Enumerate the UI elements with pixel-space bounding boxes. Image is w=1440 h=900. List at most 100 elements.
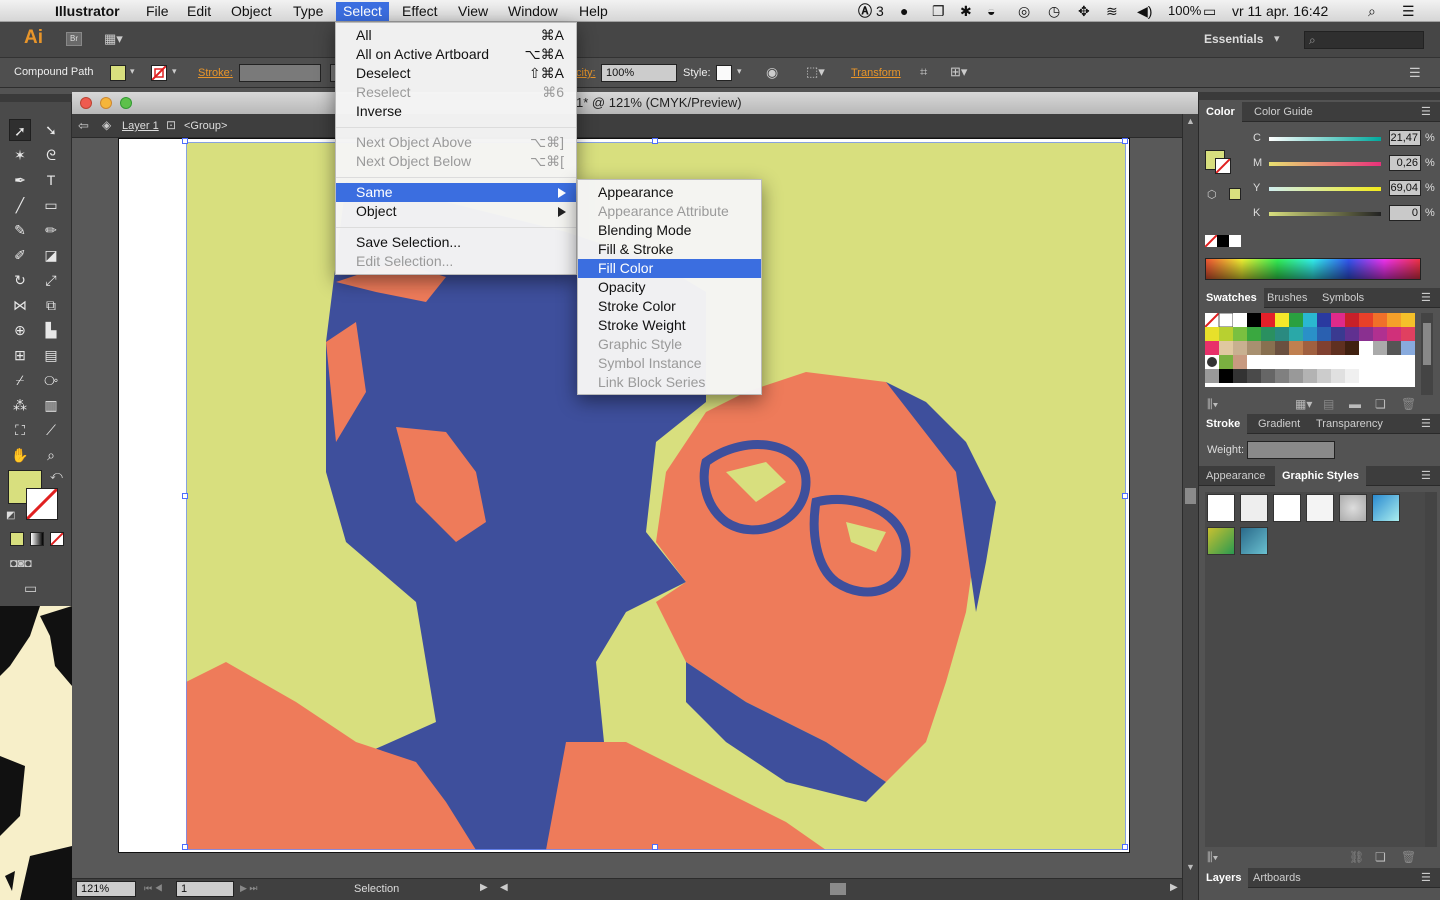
pen-tool-icon[interactable]: ✒ [9,169,31,191]
app-menu[interactable]: Illustrator [48,2,127,21]
battery-icon[interactable]: ▭ [1203,2,1216,20]
screen-mode-icon[interactable]: ▭ [24,580,37,597]
layers-panel-menu-icon[interactable]: ☰ [1421,871,1431,884]
swatch-libraries-icon[interactable]: ⫼▾ [1207,397,1218,412]
scale-tool-icon[interactable]: ⤢ [40,269,62,291]
selection-handle[interactable] [182,493,188,499]
selection-tool-icon[interactable]: ➚ [9,119,31,141]
zoom-tool-icon[interactable]: ⌕ [40,444,62,466]
stroke-swatch[interactable] [151,65,167,81]
eyedropper-tool-icon[interactable]: ⌿ [9,369,31,391]
group-crumb[interactable]: <Group> [184,120,227,132]
stroke-weight-input[interactable] [1247,441,1335,459]
direct-selection-tool-icon[interactable]: ➘ [40,119,62,141]
menu-item-deselect[interactable]: Deselect ⇧⌘A [336,64,576,83]
spotlight-search-icon[interactable]: ⌕ [1368,2,1376,20]
styles-panel-menu-icon[interactable]: ☰ [1421,469,1431,482]
fill-dropdown-icon[interactable]: ▾ [130,66,135,77]
tools-panel-grip[interactable] [0,94,72,102]
scroll-left-arrow-icon[interactable]: ◀ [500,882,508,893]
menu-item-same[interactable]: Same [336,183,576,202]
pencil-tool-icon[interactable]: ✏ [40,219,62,241]
menu-window[interactable]: Window [501,2,565,21]
artboard-tool-icon[interactable]: ⛶ [9,419,31,441]
time-machine-icon[interactable]: ◷ [1048,2,1060,20]
line-tool-icon[interactable]: ╱ [9,194,31,216]
delete-graphic-style-icon[interactable]: 🗑 [1401,850,1416,864]
color-mode-button[interactable] [10,532,24,546]
fill-swatch[interactable] [110,65,126,81]
color-stroke-box[interactable] [1215,158,1231,174]
horizontal-scroll-thumb[interactable] [830,883,846,895]
tab-color-guide[interactable]: Color Guide [1247,102,1320,122]
swap-colors-icon[interactable]: ⤺ [50,468,63,483]
menu-help[interactable]: Help [572,2,615,21]
delete-swatch-icon[interactable]: 🗑 [1401,397,1416,411]
eraser-tool-icon[interactable]: ◪ [40,244,62,266]
swatches-scroll-thumb[interactable] [1423,323,1431,365]
menu-item-all-on-active-artboard[interactable]: All on Active Artboard ⌥⌘A [336,45,576,64]
selection-handle[interactable] [1122,493,1128,499]
opacity-field[interactable]: 100% [601,64,677,82]
gamut-swatch[interactable] [1229,188,1241,200]
gradient-tool-icon[interactable]: ▤ [40,344,62,366]
artboard-first-icon[interactable]: ⏮ ◀ [144,883,163,894]
graphic-style-libraries-icon[interactable]: ⫼▾ [1207,850,1218,865]
minimize-window-button[interactable] [100,97,112,109]
menu-effect[interactable]: Effect [395,2,445,21]
selection-handle[interactable] [652,138,658,144]
selection-handle[interactable] [182,844,188,850]
workspace-switcher[interactable]: Essentials [1204,32,1263,46]
align-options-icon[interactable]: ⬚▾ [806,64,825,80]
status-mode[interactable]: Selection [354,883,399,895]
more-options-icon[interactable]: ⊞▾ [950,64,967,80]
none-mode-button[interactable] [50,532,64,546]
window-icon[interactable]: ❐ [932,2,945,20]
submenu-item-blending-mode[interactable]: Blending Mode [578,221,761,240]
mesh-tool-icon[interactable]: ⊞ [9,344,31,366]
graphic-style-8[interactable] [1240,527,1268,555]
gradient-mode-button[interactable] [30,532,44,546]
graph-tool-icon[interactable]: ▥ [40,394,62,416]
swatch-options-icon[interactable]: ▤ [1323,397,1334,411]
tab-appearance[interactable]: Appearance [1199,466,1272,486]
bridge-button[interactable]: Br [66,32,82,46]
new-graphic-style-icon[interactable]: ❏ [1375,850,1386,864]
scroll-down-arrow-icon[interactable]: ▼ [1186,862,1195,872]
graphic-style-3[interactable] [1273,494,1301,522]
tab-artboards[interactable]: Artboards [1246,868,1308,888]
bluetooth-fan-icon[interactable]: ✱ [960,2,972,20]
menu-item-save-selection[interactable]: Save Selection... [336,233,576,252]
break-link-icon[interactable]: ⛓ [1349,850,1364,864]
new-swatch-icon[interactable]: ❏ [1375,397,1386,411]
swatches-panel-menu-icon[interactable]: ☰ [1421,291,1431,304]
channel-y-input[interactable]: 69,04 [1389,180,1421,196]
swatches-scrollbar[interactable] [1421,313,1433,395]
drive-icon[interactable]: ◒ [987,2,995,20]
tab-color[interactable]: Color [1199,102,1242,122]
magic-wand-tool-icon[interactable]: ✶ [9,144,31,166]
rectangle-tool-icon[interactable]: ▭ [40,194,62,216]
selection-handle[interactable] [182,138,188,144]
perspective-grid-tool-icon[interactable]: ▙ [40,319,62,341]
new-color-group-icon[interactable]: ▬ [1349,397,1361,411]
tab-symbols[interactable]: Symbols [1315,288,1371,308]
paintbrush-tool-icon[interactable]: ✎ [9,219,31,241]
width-tool-icon[interactable]: ⋈ [9,294,31,316]
show-swatch-kinds-icon[interactable]: ▦▾ [1295,397,1312,411]
control-panel-menu-icon[interactable]: ☰ [1409,65,1421,81]
arrange-documents-icon[interactable]: ▦▾ [104,31,132,47]
hat-icon[interactable]: ● [900,2,908,20]
menu-select[interactable]: Select [336,2,389,21]
submenu-item-fill-color[interactable]: Fill Color [578,259,761,278]
submenu-item-appearance[interactable]: Appearance [578,183,761,202]
move-icon[interactable]: ✥ [1078,2,1090,20]
selection-handle[interactable] [652,844,658,850]
draw-mode-icons[interactable]: ◘◙◘ [10,556,32,570]
lasso-tool-icon[interactable]: ᘓ [40,144,62,166]
type-tool-icon[interactable]: T [40,169,62,191]
channel-c-input[interactable]: 21,47 [1389,130,1421,146]
opacity-label[interactable]: city: [576,67,596,79]
slice-tool-icon[interactable]: ⟋ [40,419,62,441]
vertical-scroll-thumb[interactable] [1185,488,1196,504]
